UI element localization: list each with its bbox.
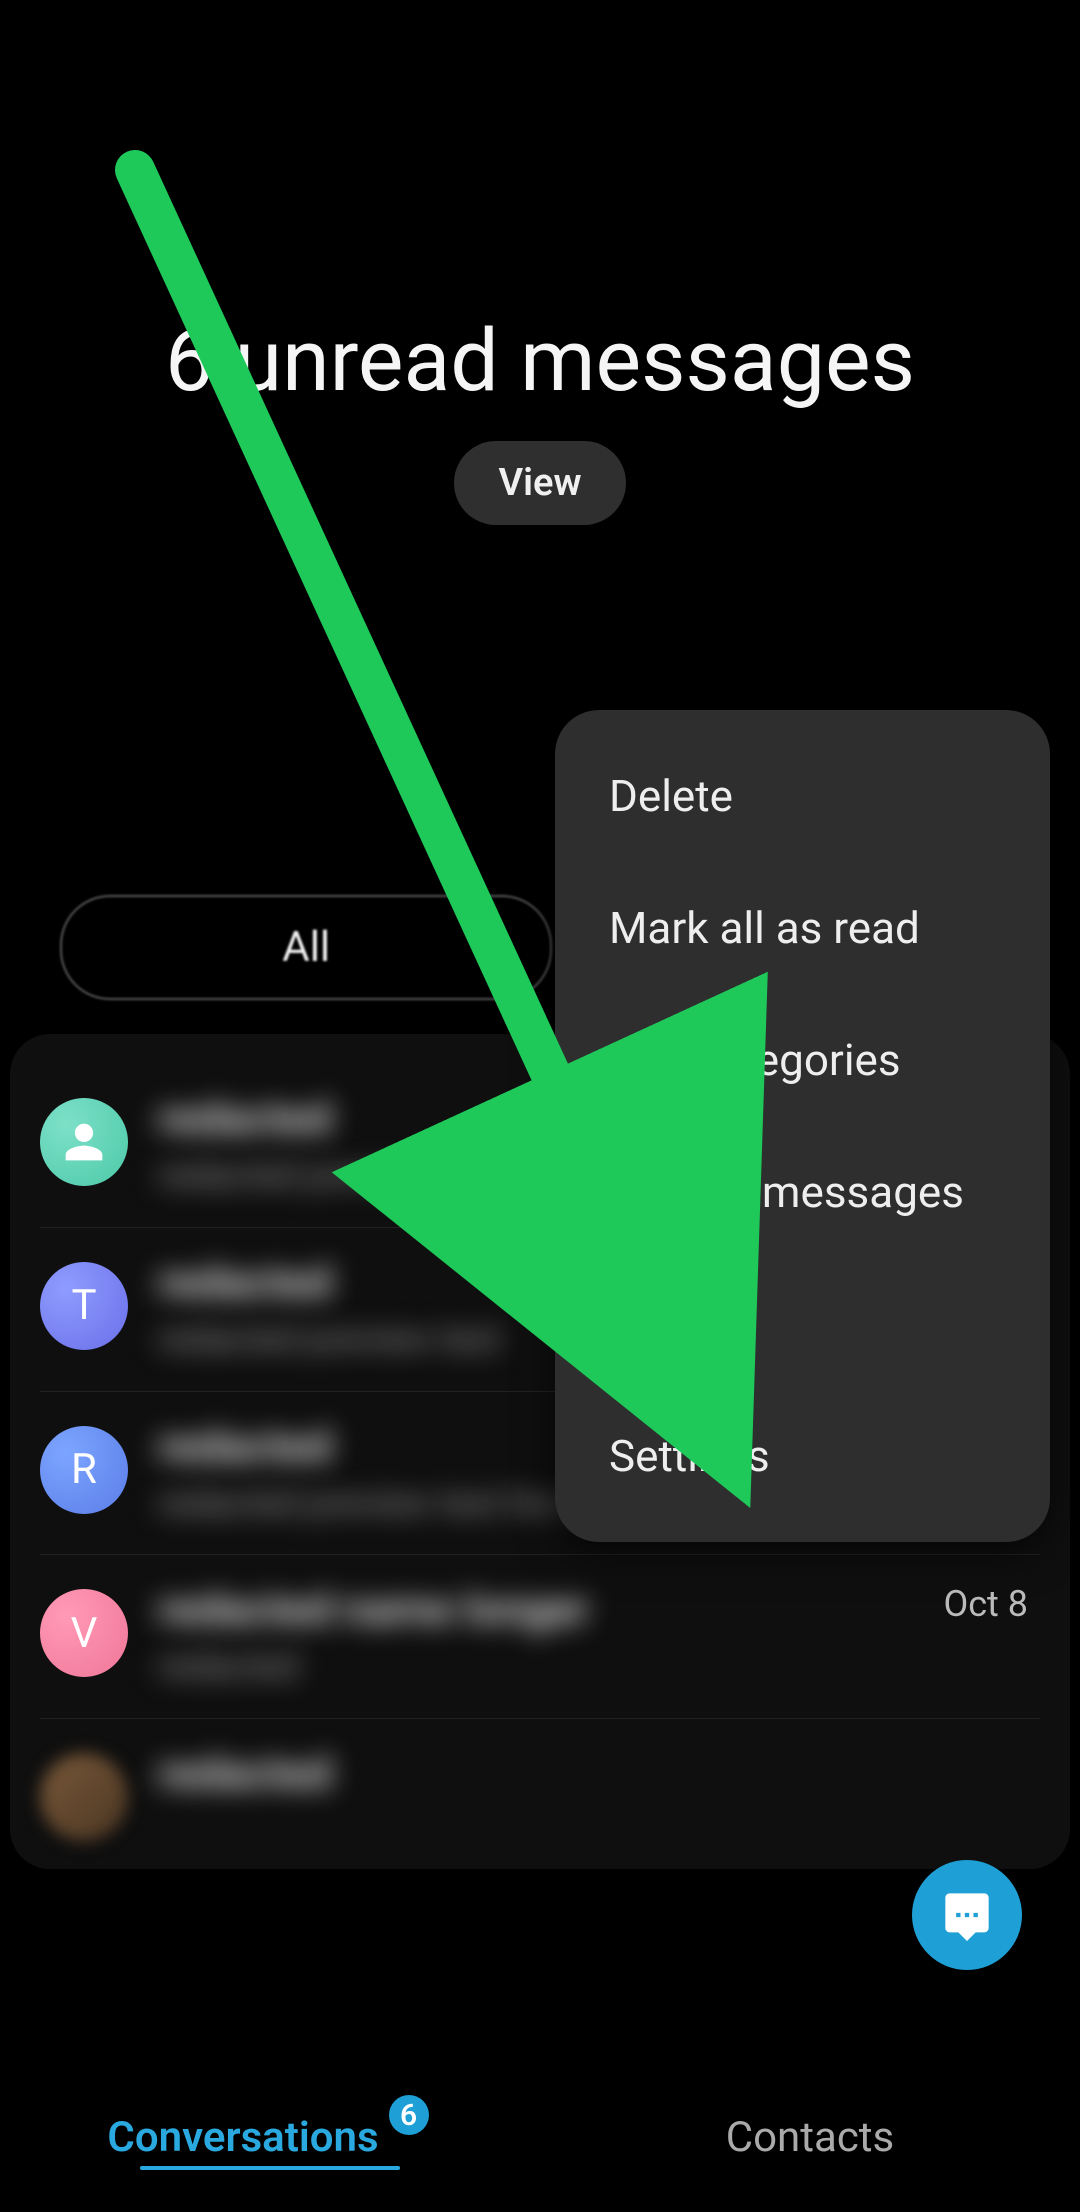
filter-chip-all[interactable]: All: [60, 895, 552, 1000]
active-tab-underline: [140, 2166, 400, 2170]
item-name: redacted: [158, 1747, 1040, 1799]
avatar: [40, 1753, 128, 1841]
overflow-menu: Delete Mark all as read Edit categories …: [555, 710, 1050, 1542]
tab-conversations-label: Conversations: [107, 2113, 378, 2162]
tab-contacts[interactable]: Contacts: [540, 2062, 1080, 2212]
avatar: V: [40, 1589, 128, 1677]
item-preview: redacted: [158, 1643, 1040, 1690]
menu-item-delete[interactable]: Delete: [555, 730, 1050, 862]
tab-conversations[interactable]: Conversations 6: [0, 2062, 540, 2212]
menu-item-settings[interactable]: Settings: [555, 1390, 1050, 1522]
list-item[interactable]: V redacted name longer redacted Oct 8: [40, 1555, 1040, 1719]
item-body: redacted name longer redacted: [158, 1583, 1040, 1690]
person-icon: [62, 1120, 106, 1164]
header: 6 unread messages View: [0, 0, 1080, 525]
avatar: T: [40, 1262, 128, 1350]
menu-item-trash[interactable]: Trash: [555, 1258, 1050, 1390]
menu-item-starred[interactable]: Starred messages: [555, 1126, 1050, 1258]
unread-badge: 6: [389, 2095, 429, 2135]
item-body: redacted: [158, 1747, 1040, 1807]
item-name: redacted name longer: [158, 1583, 1040, 1635]
bottom-nav: Conversations 6 Contacts: [0, 2062, 1080, 2212]
view-button[interactable]: View: [454, 441, 625, 525]
menu-item-edit-categories[interactable]: Edit categories: [555, 994, 1050, 1126]
avatar: R: [40, 1426, 128, 1514]
unread-count-title: 6 unread messages: [0, 310, 1080, 411]
menu-item-mark-read[interactable]: Mark all as read: [555, 862, 1050, 994]
compose-button[interactable]: [912, 1860, 1022, 1970]
list-item[interactable]: redacted: [40, 1719, 1040, 1869]
avatar: [40, 1098, 128, 1186]
item-date: Oct 8: [943, 1583, 1028, 1625]
tab-contacts-label: Contacts: [726, 2113, 894, 2162]
chat-icon: [941, 1889, 993, 1941]
